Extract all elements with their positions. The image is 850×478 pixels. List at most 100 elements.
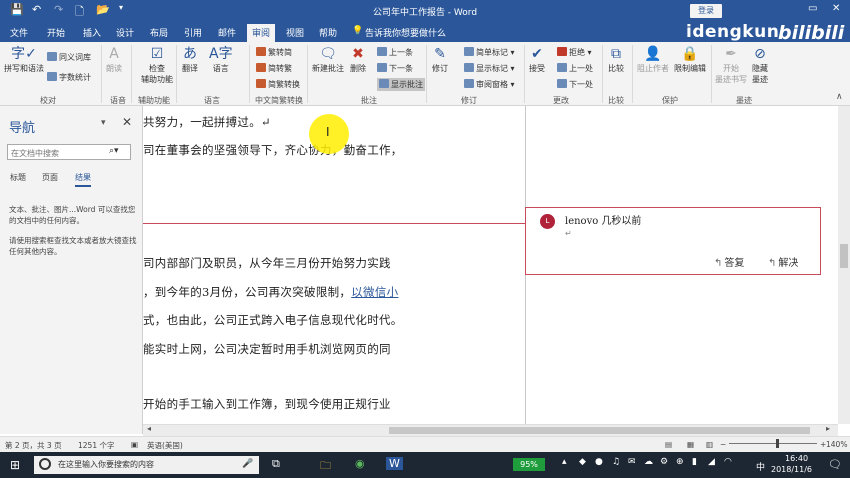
tab-file[interactable]: 文件 bbox=[10, 26, 28, 42]
nav-tab-pages[interactable]: 页面 bbox=[42, 172, 58, 183]
zoom-slider-thumb[interactable] bbox=[776, 439, 779, 448]
doc-line[interactable]: 能实时上网，公司决定暂时用手机浏览网页的同 bbox=[143, 341, 391, 357]
read-aloud-button[interactable]: A 朗读 bbox=[106, 46, 122, 74]
tab-view[interactable]: 视图 bbox=[286, 26, 304, 42]
tray-icon[interactable]: ⚙ bbox=[660, 457, 668, 467]
next-change-button[interactable]: 下一处 bbox=[557, 79, 593, 90]
tray-icon[interactable]: ● bbox=[595, 457, 603, 467]
document-canvas[interactable]: 共努力，一起拼搏过。↵ 司在董事会的坚强领导下，齐心协力，勤奋工作， I 司内部… bbox=[143, 106, 824, 424]
taskbar-search-input[interactable]: 在这里输入你要搜索的内容 bbox=[34, 456, 259, 474]
tab-review[interactable]: 审阅 bbox=[247, 24, 276, 42]
restrict-editing-button[interactable]: 🔒 限制编辑 bbox=[674, 46, 706, 74]
word-app-icon[interactable]: W bbox=[386, 457, 403, 470]
tab-home[interactable]: 开始 bbox=[47, 26, 65, 42]
read-mode-icon[interactable]: ▤ bbox=[665, 440, 672, 449]
start-inking-button[interactable]: ✒ 开始 墨迹书写 bbox=[715, 46, 747, 85]
proofing-status-icon[interactable]: ▣ bbox=[131, 440, 138, 449]
spelling-grammar-button[interactable]: 字✓ 拼写和语法 bbox=[4, 46, 44, 74]
tab-layout[interactable]: 布局 bbox=[150, 26, 168, 42]
comment-body[interactable]: ↵ bbox=[565, 229, 572, 238]
tray-icon[interactable]: ▴ bbox=[562, 457, 567, 467]
horizontal-scroll-thumb[interactable] bbox=[389, 427, 810, 434]
restore-icon[interactable]: ▭ bbox=[808, 3, 817, 14]
tray-icon[interactable]: ⊕ bbox=[676, 457, 684, 467]
simp-to-trad-button[interactable]: 简转繁 bbox=[256, 63, 292, 74]
tab-help[interactable]: 帮助 bbox=[319, 26, 337, 42]
zoom-slider[interactable] bbox=[729, 443, 817, 444]
comment-card[interactable]: L lenovo 几秒以前 ↵ ↰ 答复 ↰ 解决 bbox=[525, 207, 821, 275]
nav-tab-headings[interactable]: 标题 bbox=[10, 172, 26, 183]
battery-indicator[interactable]: 95% bbox=[513, 458, 545, 471]
hyperlink-text[interactable]: 以微信小 bbox=[351, 285, 398, 299]
nav-tab-results[interactable]: 结果 bbox=[75, 172, 91, 187]
compare-button[interactable]: ⧉ 比较 bbox=[608, 46, 624, 74]
delete-comment-button[interactable]: ✖ 删除 bbox=[350, 46, 366, 74]
show-comments-button[interactable]: 显示批注 bbox=[377, 78, 425, 91]
resolve-button[interactable]: ↰ 解决 bbox=[768, 254, 798, 269]
tab-mailings[interactable]: 邮件 bbox=[218, 26, 236, 42]
web-layout-icon[interactable]: ▥ bbox=[706, 440, 713, 449]
doc-line[interactable]: 司在董事会的坚强领导下，齐心协力，勤奋工作， bbox=[143, 142, 403, 158]
doc-line[interactable]: 开始的手工输入到工作簿，到现今使用正规行业 bbox=[143, 396, 391, 412]
review-pane-button[interactable]: 审阅窗格 ▾ bbox=[464, 79, 515, 90]
show-markup-button[interactable]: 显示标记 ▾ bbox=[464, 63, 515, 74]
notification-icon[interactable]: 🗨 bbox=[828, 458, 842, 471]
tell-me-search[interactable]: 告诉我你想要做什么 bbox=[365, 26, 446, 42]
prev-comment-button[interactable]: 上一条 bbox=[377, 47, 413, 58]
word-count[interactable]: 1251 个字 bbox=[78, 440, 114, 451]
doc-line[interactable]: ，到今年的3月份，公司再次突破限制，以微信小 bbox=[143, 284, 398, 300]
zoom-level[interactable]: 140% bbox=[826, 440, 847, 449]
zoom-out-icon[interactable]: − bbox=[720, 440, 726, 449]
trad-to-simp-button[interactable]: 繁转简 bbox=[256, 47, 292, 58]
tab-design[interactable]: 设计 bbox=[116, 26, 134, 42]
tab-references[interactable]: 引用 bbox=[184, 26, 202, 42]
login-button[interactable]: 登录 bbox=[690, 4, 722, 18]
doc-line[interactable]: 司内部部门及职员，从今年三月份开始努力实践 bbox=[143, 255, 391, 271]
clock-date[interactable]: 2018/11/6 bbox=[771, 465, 812, 474]
ime-indicator[interactable]: 中 bbox=[756, 460, 765, 473]
doc-line[interactable]: 式，也由此，公司正式跨入电子信息现代化时代。 bbox=[143, 312, 403, 328]
volume-icon[interactable]: ◢ bbox=[708, 457, 715, 467]
check-accessibility-button[interactable]: ☑ 检查 辅助功能 bbox=[141, 46, 173, 85]
tab-insert[interactable]: 插入 bbox=[83, 26, 101, 42]
new-comment-button[interactable]: 🗨 新建批注 bbox=[312, 46, 344, 74]
tray-icon[interactable]: ✉ bbox=[628, 457, 636, 467]
search-icon[interactable]: ⌕▾ bbox=[109, 146, 119, 156]
chinese-convert-button[interactable]: 简繁转换 bbox=[256, 79, 300, 90]
collapse-ribbon-icon[interactable]: ∧ bbox=[836, 92, 843, 102]
task-view-icon[interactable]: ⧉ bbox=[272, 457, 280, 471]
page-count[interactable]: 第 2 页，共 3 页 bbox=[5, 440, 62, 451]
language-status[interactable]: 英语(美国) bbox=[147, 440, 183, 451]
next-comment-button[interactable]: 下一条 bbox=[377, 63, 413, 74]
scroll-left-icon[interactable]: ◂ bbox=[147, 424, 151, 433]
network-icon[interactable]: ▮ bbox=[692, 457, 697, 467]
wifi-icon[interactable]: ◠ bbox=[724, 457, 732, 467]
file-explorer-icon[interactable]: 🗀 bbox=[320, 457, 331, 476]
track-changes-button[interactable]: ✎ 修订 bbox=[432, 46, 448, 74]
nav-options-icon[interactable]: ▾ bbox=[101, 118, 106, 128]
clock-time[interactable]: 16:40 bbox=[785, 454, 808, 463]
print-layout-icon[interactable]: ▦ bbox=[687, 440, 694, 449]
microphone-icon[interactable]: 🎤 bbox=[242, 459, 253, 469]
language-button[interactable]: A字 语言 bbox=[209, 46, 233, 74]
scroll-right-icon[interactable]: ▸ bbox=[826, 424, 830, 433]
chrome-icon[interactable]: ◉ bbox=[355, 457, 365, 470]
vertical-scroll-thumb[interactable] bbox=[840, 244, 848, 268]
tray-icon[interactable]: ☁ bbox=[644, 457, 653, 467]
thesaurus-button[interactable]: 同义词库 bbox=[47, 52, 91, 63]
reject-button[interactable]: 拒绝 ▾ bbox=[557, 47, 592, 58]
accept-button[interactable]: ✔ 接受 bbox=[529, 46, 545, 74]
block-authors-button[interactable]: 👤 阻止作者 bbox=[637, 46, 669, 74]
reply-button[interactable]: ↰ 答复 bbox=[714, 254, 744, 269]
tray-icon[interactable]: ♫ bbox=[612, 457, 620, 467]
prev-change-button[interactable]: 上一处 bbox=[557, 63, 593, 74]
translate-button[interactable]: あ 翻译 bbox=[182, 46, 198, 74]
word-count-button[interactable]: 字数统计 bbox=[47, 72, 91, 83]
hide-ink-button[interactable]: ⊘ 隐藏 墨迹 bbox=[752, 46, 768, 85]
close-window-icon[interactable]: ✕ bbox=[832, 3, 840, 14]
doc-line[interactable]: 共努力，一起拼搏过。↵ bbox=[143, 114, 271, 130]
windows-start-icon[interactable]: ⊞ bbox=[10, 458, 20, 472]
nav-close-icon[interactable]: ✕ bbox=[122, 115, 132, 129]
tray-icon[interactable]: ◆ bbox=[579, 457, 586, 467]
simple-markup-select[interactable]: 简单标记 ▾ bbox=[464, 47, 515, 58]
